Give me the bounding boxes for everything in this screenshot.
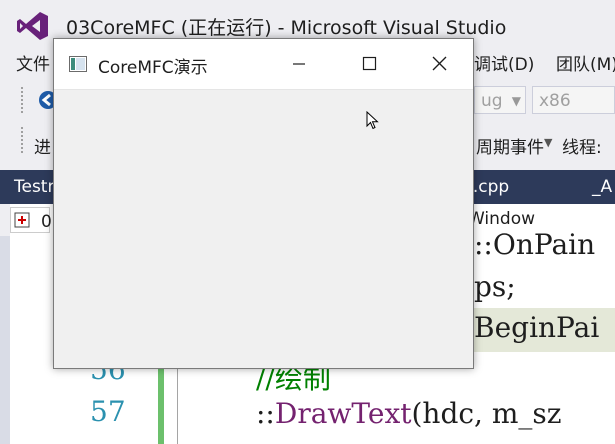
editor-left-strip	[0, 236, 10, 444]
function-name: DrawText	[274, 397, 412, 430]
app-window-icon	[69, 56, 87, 72]
process-label: 进	[34, 138, 51, 158]
toolbar-grip[interactable]	[20, 86, 24, 114]
visual-studio-logo-icon	[17, 12, 48, 40]
menu-file[interactable]: 文件	[16, 50, 50, 75]
member-scope-value[interactable]: Window	[468, 209, 535, 229]
code-line: ::OnPain	[474, 228, 596, 261]
coremfc-title-bar[interactable]: CoreMFC演示	[54, 39, 473, 90]
solution-config-combo[interactable]: ug ▼	[474, 86, 526, 114]
code-line: ps;	[474, 270, 516, 303]
vs-window-title: 03CoreMFC (正在运行) - Microsoft Visual Stud…	[66, 17, 507, 39]
tab-testr[interactable]: Testr	[14, 177, 54, 197]
code-line: ::DrawText(hdc, m_sz	[256, 397, 562, 430]
chevron-down-icon: ▼	[544, 136, 553, 149]
close-icon	[432, 56, 447, 71]
mouse-cursor-icon	[366, 111, 379, 130]
coremfc-window-title: CoreMFC演示	[98, 58, 208, 78]
code-line: BeginPai	[474, 311, 600, 344]
line-number: 57	[90, 395, 126, 428]
maximize-icon	[362, 56, 377, 71]
menu-team[interactable]: 团队(M)	[556, 50, 615, 75]
project-scope-combo[interactable]: 0	[10, 207, 52, 233]
solution-config-value: ug	[481, 91, 503, 111]
scope-operator: ::	[256, 397, 275, 430]
tab-right[interactable]: _A	[592, 177, 612, 197]
thread-label: 线程:	[562, 138, 602, 158]
minimize-icon	[293, 63, 305, 65]
project-node-icon	[14, 212, 30, 228]
minimize-button[interactable]	[264, 39, 334, 89]
menu-debug[interactable]: 调试(D)	[474, 50, 534, 75]
solution-platform-value: x86	[539, 91, 571, 111]
coremfc-window[interactable]: CoreMFC演示	[53, 38, 474, 369]
coremfc-client-area[interactable]	[54, 90, 473, 368]
chevron-down-icon: ▼	[511, 94, 521, 108]
maximize-button[interactable]	[334, 39, 404, 89]
toolbar-grip[interactable]	[20, 126, 24, 154]
call-arguments: (hdc, m_sz	[411, 397, 562, 430]
lifecycle-events-dropdown[interactable]: 周期事件	[476, 133, 544, 158]
close-button[interactable]	[404, 39, 474, 89]
project-scope-value: 0	[41, 212, 52, 232]
solution-platform-combo[interactable]: x86	[532, 86, 615, 114]
